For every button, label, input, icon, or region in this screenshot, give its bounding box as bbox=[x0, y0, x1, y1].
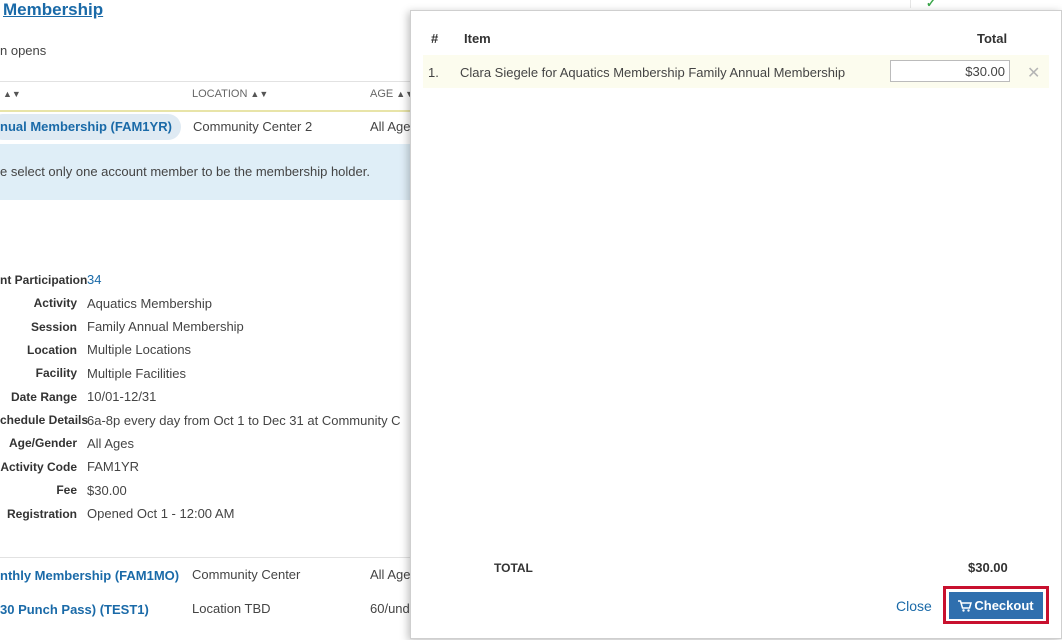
activity-age: All Age bbox=[370, 567, 411, 582]
participation-count-link[interactable]: 34 bbox=[87, 272, 101, 287]
detail-value: Multiple Facilities bbox=[87, 366, 186, 381]
detail-label: Registration bbox=[6, 507, 77, 521]
detail-label: nt Participation bbox=[0, 273, 88, 287]
selected-activity-location: Community Center 2 bbox=[193, 119, 313, 134]
detail-value: All Ages bbox=[87, 436, 134, 451]
cart-item-description: Clara Siegele for Aquatics Membership Fa… bbox=[460, 65, 846, 80]
page-subtitle: n opens bbox=[0, 43, 47, 58]
info-message-text: e select only one account member to be t… bbox=[0, 164, 370, 179]
detail-label: Facility bbox=[35, 366, 77, 380]
shopping-cart-panel: # Item Total 1. Clara Siegele for Aquati… bbox=[410, 10, 1062, 639]
detail-value: Family Annual Membership bbox=[87, 319, 244, 334]
column-header-name[interactable]: ▲▼ bbox=[0, 88, 21, 100]
activity-location: Location TBD bbox=[192, 601, 271, 616]
detail-value: $30.00 bbox=[87, 483, 127, 498]
detail-label: Date Range bbox=[10, 390, 77, 404]
column-header-total: Total bbox=[977, 31, 1008, 46]
close-icon[interactable]: ✕ bbox=[1027, 63, 1040, 83]
cart-item-number: 1. bbox=[428, 65, 439, 80]
divider bbox=[0, 557, 410, 558]
detail-label: Location bbox=[27, 343, 77, 357]
detail-value: 6a-8p every day from Oct 1 to Dec 31 at … bbox=[87, 413, 401, 428]
detail-value: Opened Oct 1 - 12:00 AM bbox=[87, 506, 235, 521]
detail-value: FAM1YR bbox=[87, 459, 140, 474]
detail-label: chedule Details bbox=[0, 413, 89, 427]
activity-link[interactable]: nthly Membership (FAM1MO) bbox=[0, 568, 179, 583]
page-title[interactable]: Membership bbox=[3, 0, 103, 20]
column-header-location[interactable]: LOCATION ▲▼ bbox=[192, 88, 268, 100]
cart-icon bbox=[958, 599, 973, 612]
close-button[interactable]: Close bbox=[896, 598, 932, 614]
check-icon: ✓ bbox=[926, 0, 937, 10]
activity-link[interactable]: 30 Punch Pass) (TEST1) bbox=[0, 602, 149, 617]
table-header: ▲▼ LOCATION ▲▼ AGE ▲▼ bbox=[0, 81, 414, 112]
total-value: $30.00 bbox=[968, 560, 1008, 575]
sort-icon: ▲▼ bbox=[3, 89, 21, 99]
detail-value: Multiple Locations bbox=[87, 342, 192, 357]
cart-item-amount-input[interactable] bbox=[890, 60, 1010, 82]
detail-label: Age/Gender bbox=[8, 436, 77, 450]
column-header-age[interactable]: AGE ▲▼ bbox=[370, 88, 414, 100]
checkout-label: Checkout bbox=[974, 598, 1034, 613]
detail-value: 10/01-12/31 bbox=[87, 389, 157, 404]
checkout-button[interactable]: Checkout bbox=[949, 592, 1043, 619]
sort-icon: ▲▼ bbox=[250, 89, 269, 99]
detail-value: Aquatics Membership bbox=[87, 296, 212, 311]
total-label: TOTAL bbox=[494, 561, 533, 575]
cart-item-row: 1. Clara Siegele for Aquatics Membership… bbox=[423, 55, 1049, 88]
detail-label: Activity Code bbox=[0, 460, 77, 474]
selected-activity-name[interactable]: nual Membership (FAM1YR) bbox=[0, 114, 181, 140]
detail-label: Activity bbox=[33, 296, 77, 310]
detail-label: Session bbox=[30, 320, 77, 334]
column-header-number: # bbox=[431, 31, 439, 46]
column-header-item: Item bbox=[464, 31, 491, 46]
detail-label: Fee bbox=[56, 483, 77, 497]
activity-age: 60/und bbox=[370, 601, 410, 616]
selected-activity-age: All Age bbox=[370, 119, 411, 134]
activity-location: Community Center bbox=[192, 567, 301, 582]
info-message: e select only one account member to be t… bbox=[0, 144, 410, 200]
